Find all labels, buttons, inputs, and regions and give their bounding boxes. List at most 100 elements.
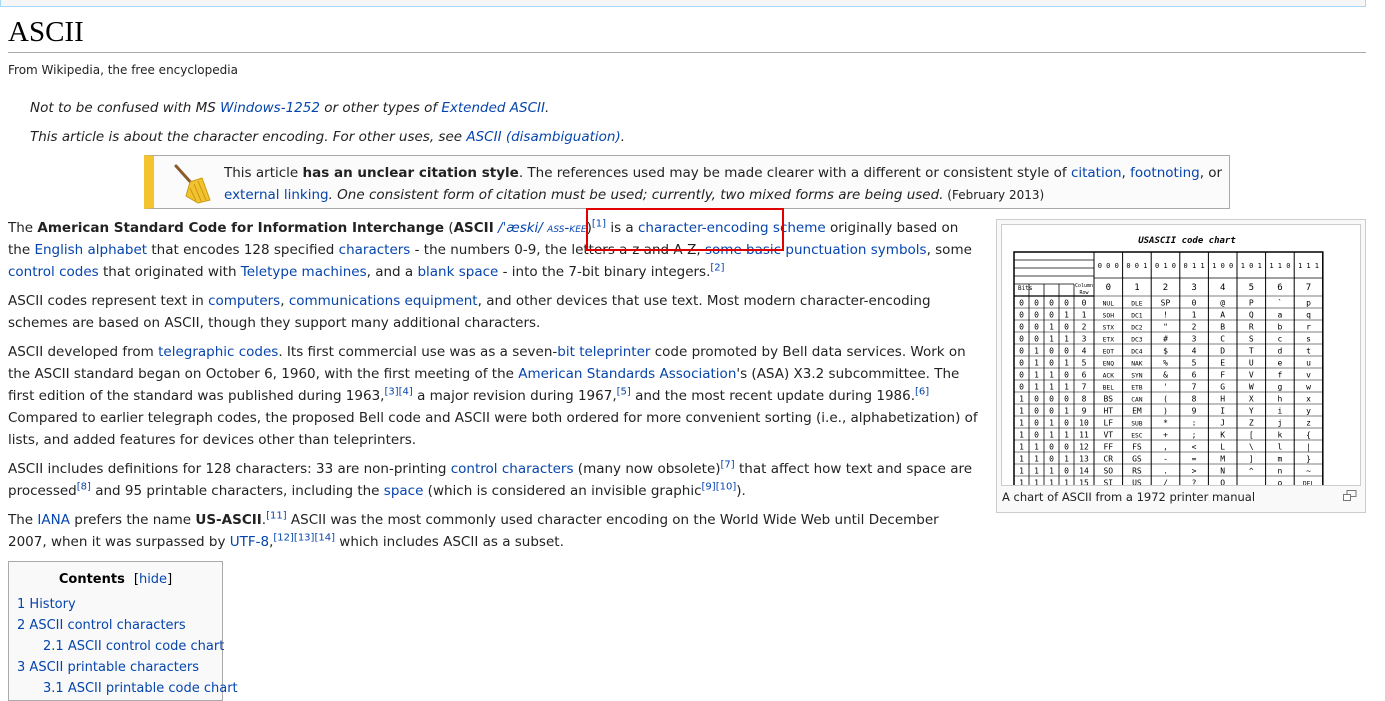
chart-cell: ACK <box>1103 373 1115 380</box>
code-chart-image[interactable]: USASCII code chart Bits Column Row 0 0 000 … <box>1001 224 1361 489</box>
link-footnoting[interactable]: footnoting <box>1130 165 1200 181</box>
link-characters[interactable]: characters <box>339 242 411 258</box>
ref-13[interactable]: [13] <box>294 533 315 544</box>
toc-item-control-characters[interactable]: 2 ASCII control characters <box>17 618 186 633</box>
chart-cell: ] <box>1249 455 1254 464</box>
chart-cell: LF <box>1103 419 1113 428</box>
ref-12[interactable]: [12] <box>273 533 294 544</box>
link-ascii-disambiguation[interactable]: ASCII (disambiguation) <box>466 129 620 145</box>
chart-cell: i <box>1277 407 1282 416</box>
row-number-7: 7 <box>1082 383 1087 392</box>
row-bit: 0 <box>1049 395 1054 404</box>
ref-4[interactable]: [4] <box>399 387 413 398</box>
ref-7[interactable]: [7] <box>721 460 735 471</box>
chart-cell: W <box>1249 383 1254 392</box>
chart-cell: RS <box>1132 467 1142 476</box>
row-bit: 0 <box>1049 347 1054 356</box>
chart-cell: % <box>1163 359 1168 368</box>
chart-cell: k <box>1277 431 1282 440</box>
link-american-standards-association[interactable]: American Standards Association <box>518 366 736 382</box>
link-ipa[interactable]: /ˈæski/ <box>498 220 543 236</box>
ref-10[interactable]: [10] <box>716 482 737 493</box>
chart-cell: \ <box>1249 443 1254 452</box>
toc-hide-link[interactable]: hide <box>139 572 167 587</box>
chart-cell: ^ <box>1249 467 1254 476</box>
link-telegraphic-codes[interactable]: telegraphic codes <box>158 344 278 360</box>
column-bits-1: 0 0 1 <box>1126 262 1147 270</box>
magnify-clip-icon[interactable] <box>1343 490 1357 501</box>
row-number-10: 10 <box>1079 419 1089 428</box>
row-bit: 0 <box>1019 359 1024 368</box>
chart-cell: FS <box>1132 443 1142 452</box>
ref-9[interactable]: [9] <box>702 482 716 493</box>
row-bit: 0 <box>1049 311 1054 320</box>
chart-cell: b <box>1277 323 1282 332</box>
ref-2[interactable]: [2] <box>710 263 724 274</box>
link-teleprinter[interactable]: teleprinter <box>579 344 650 360</box>
link-computers[interactable]: computers <box>208 293 280 309</box>
ref-3[interactable]: [3] <box>384 387 398 398</box>
toc-item-printable-characters[interactable]: 3 ASCII printable characters <box>17 660 199 675</box>
chart-cell: [ <box>1249 431 1254 440</box>
column-number-6: 6 <box>1277 283 1282 293</box>
link-bit[interactable]: bit <box>557 344 575 360</box>
link-space[interactable]: space <box>384 483 424 499</box>
chart-cell: DEL <box>1303 481 1315 486</box>
chart-cell: $ <box>1163 347 1168 356</box>
row-bit: 0 <box>1034 323 1039 332</box>
chart-cell: F <box>1220 371 1225 380</box>
row-bit: 1 <box>1049 383 1054 392</box>
link-citation[interactable]: citation <box>1071 165 1122 181</box>
row-bit: 1 <box>1049 335 1054 344</box>
link-character-encoding-scheme[interactable]: character-encoding scheme <box>638 220 826 236</box>
ref-11[interactable]: [11] <box>266 511 287 522</box>
row-bit: 0 <box>1034 335 1039 344</box>
chart-title: USASCII code chart <box>1138 236 1236 246</box>
ref-14[interactable]: [14] <box>314 533 335 544</box>
chart-cell: u <box>1306 359 1311 368</box>
link-blank-space[interactable]: blank space <box>417 264 498 280</box>
chart-cell: SYN <box>1131 373 1143 380</box>
link-iana[interactable]: IANA <box>37 512 70 528</box>
row-bit: 0 <box>1049 407 1054 416</box>
row-bit: 0 <box>1049 443 1054 452</box>
row-number-4: 4 <box>1082 347 1087 356</box>
link-windows-1252[interactable]: Windows-1252 <box>220 100 320 116</box>
chart-cell: g <box>1277 383 1282 392</box>
column-bits-0: 0 0 0 <box>1098 262 1119 270</box>
link-external-linking[interactable]: external linking <box>224 187 329 203</box>
toc-item-history[interactable]: 1 History <box>17 597 76 612</box>
chart-cell: ! <box>1163 311 1168 320</box>
row-number-12: 12 <box>1079 443 1089 452</box>
chart-cell: _ <box>1249 479 1254 486</box>
chart-cell: : <box>1192 419 1197 428</box>
ref-1[interactable]: [1] <box>592 219 606 230</box>
chart-cell: s <box>1306 335 1311 344</box>
link-control-codes[interactable]: control codes <box>8 264 99 280</box>
row-bit: 0 <box>1034 395 1039 404</box>
row-bit: 1 <box>1064 359 1069 368</box>
chart-cell: d <box>1277 347 1282 356</box>
link-english-alphabet[interactable]: English alphabet <box>34 242 147 258</box>
ref-5[interactable]: [5] <box>617 387 631 398</box>
row-bit: 1 <box>1034 371 1039 380</box>
chart-cell: EM <box>1132 407 1142 416</box>
row-bit: 0 <box>1019 299 1024 308</box>
toc-item-control-code-chart[interactable]: 2.1 ASCII control code chart <box>43 639 224 654</box>
link-control-characters[interactable]: control characters <box>451 461 574 477</box>
ref-8[interactable]: [8] <box>77 482 91 493</box>
link-communications-equipment[interactable]: communications equipment <box>289 293 478 309</box>
chart-cell: VT <box>1103 431 1113 440</box>
chart-cell: & <box>1163 371 1168 380</box>
link-teletype-machines[interactable]: Teletype machines <box>241 264 367 280</box>
chart-cell: c <box>1277 335 1282 344</box>
chart-cell: < <box>1192 443 1197 452</box>
link-utf-8[interactable]: UTF-8 <box>230 534 269 550</box>
column-label: Column <box>1075 283 1093 289</box>
row-number-13: 13 <box>1079 455 1089 464</box>
toc-item-printable-code-chart[interactable]: 3.1 ASCII printable code chart <box>43 681 238 696</box>
link-punctuation[interactable]: some basic punctuation symbols <box>705 242 927 258</box>
link-extended-ascii[interactable]: Extended ASCII <box>441 100 545 116</box>
ref-6[interactable]: [6] <box>915 387 929 398</box>
link-respelling[interactable]: ass-kee <box>547 220 586 236</box>
